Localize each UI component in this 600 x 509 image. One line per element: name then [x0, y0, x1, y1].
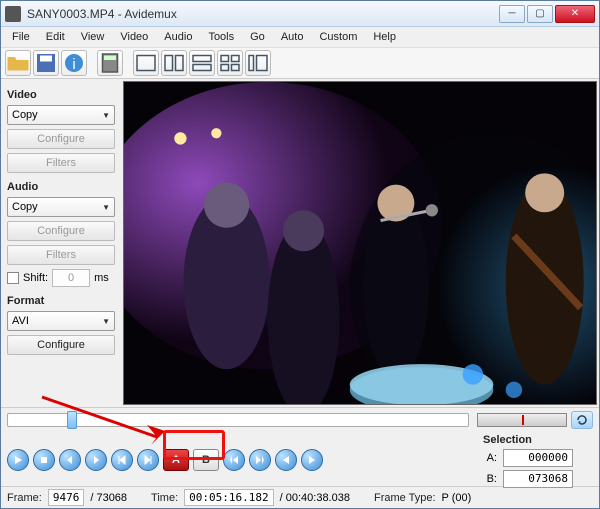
selection-a-label: A:	[483, 452, 497, 464]
video-configure-button[interactable]: Configure	[7, 129, 115, 149]
svg-text:i: i	[72, 56, 75, 73]
shift-input[interactable]: 0	[52, 269, 90, 287]
frame-total: / 73068	[90, 492, 127, 504]
toolbar: i	[1, 47, 599, 79]
main-area: Video Copy ▼ Configure Filters Audio Copy…	[1, 79, 599, 407]
audio-filters-button[interactable]: Filters	[7, 245, 115, 265]
menu-help[interactable]: Help	[366, 29, 403, 45]
marker-a-label: A	[172, 454, 180, 466]
format-dropdown[interactable]: AVI ▼	[7, 311, 115, 331]
maximize-button[interactable]: ▢	[527, 5, 553, 23]
calculator-icon[interactable]	[97, 50, 123, 76]
menu-audio[interactable]: Audio	[157, 29, 199, 45]
window-controls: ─ ▢ ✕	[497, 5, 595, 23]
menu-go[interactable]: Go	[243, 29, 272, 45]
format-value: AVI	[12, 315, 29, 327]
layout-1-icon[interactable]	[133, 50, 159, 76]
chevron-down-icon: ▼	[102, 317, 110, 326]
scrub-thumb[interactable]	[67, 411, 77, 429]
app-window: SANY0003.MP4 - Avidemux ─ ▢ ✕ File Edit …	[0, 0, 600, 509]
menu-auto[interactable]: Auto	[274, 29, 311, 45]
marker-b-label: B	[202, 454, 210, 466]
layout-3-icon[interactable]	[189, 50, 215, 76]
shift-unit: ms	[94, 272, 109, 284]
open-icon[interactable]	[5, 50, 31, 76]
video-codec-value: Copy	[12, 109, 38, 121]
layout-4-icon[interactable]	[217, 50, 243, 76]
window-title: SANY0003.MP4 - Avidemux	[27, 7, 497, 21]
close-button[interactable]: ✕	[555, 5, 595, 23]
selection-b-value[interactable]: 073068	[503, 470, 573, 488]
frame-label: Frame:	[7, 492, 42, 504]
selection-a-value[interactable]: 000000	[503, 449, 573, 467]
chevron-down-icon: ▼	[102, 111, 110, 120]
video-heading: Video	[7, 89, 115, 101]
minimize-button[interactable]: ─	[499, 5, 525, 23]
goto-end-button[interactable]	[249, 449, 271, 471]
layout-5-icon[interactable]	[245, 50, 271, 76]
set-marker-a-button[interactable]: A	[163, 449, 189, 471]
menu-file[interactable]: File	[5, 29, 37, 45]
prev-keyframe-button[interactable]	[111, 449, 133, 471]
selection-panel: Selection A: 000000 B: 073068	[483, 434, 593, 486]
menu-custom[interactable]: Custom	[312, 29, 364, 45]
bottom-panel: A B Selection A: 000000 B:	[1, 407, 599, 508]
titlebar[interactable]: SANY0003.MP4 - Avidemux ─ ▢ ✕	[1, 1, 599, 27]
prev-frame-button[interactable]	[59, 449, 81, 471]
audio-configure-button[interactable]: Configure	[7, 221, 115, 241]
video-viewer	[121, 79, 599, 407]
goto-start-button[interactable]	[223, 449, 245, 471]
format-heading: Format	[7, 295, 115, 307]
layout-2-icon[interactable]	[161, 50, 187, 76]
video-frame[interactable]	[123, 81, 597, 405]
selection-b-label: B:	[483, 473, 497, 485]
audio-codec-value: Copy	[12, 201, 38, 213]
time-total: / 00:40:38.038	[280, 492, 350, 504]
frametype-value: P (00)	[442, 492, 472, 504]
next-keyframe-button[interactable]	[137, 449, 159, 471]
frame-current[interactable]: 9476	[48, 489, 85, 506]
info-icon[interactable]: i	[61, 50, 87, 76]
play-button[interactable]	[7, 449, 29, 471]
time-label: Time:	[151, 492, 178, 504]
video-filters-button[interactable]: Filters	[7, 153, 115, 173]
video-codec-dropdown[interactable]: Copy ▼	[7, 105, 115, 125]
set-marker-b-button[interactable]: B	[193, 449, 219, 471]
video-content	[124, 82, 596, 405]
menubar: File Edit View Video Audio Tools Go Auto…	[1, 27, 599, 47]
playback-controls: A B	[7, 434, 323, 486]
frametype-label: Frame Type:	[374, 492, 436, 504]
chevron-down-icon: ▼	[102, 203, 110, 212]
scrub-row	[1, 408, 599, 432]
loop-button[interactable]	[571, 411, 593, 429]
audio-codec-dropdown[interactable]: Copy ▼	[7, 197, 115, 217]
statusbar: Frame: 9476 / 73068 Time: 00:05:16.182 /…	[1, 486, 599, 508]
goto-marker-b-button[interactable]	[301, 449, 323, 471]
app-icon	[5, 6, 21, 22]
controls-row: A B Selection A: 000000 B:	[1, 432, 599, 486]
format-configure-button[interactable]: Configure	[7, 335, 115, 355]
goto-marker-a-button[interactable]	[275, 449, 297, 471]
audio-heading: Audio	[7, 181, 115, 193]
audio-shift-row: Shift: 0 ms	[7, 269, 115, 287]
shift-label: Shift:	[23, 272, 48, 284]
menu-view[interactable]: View	[74, 29, 112, 45]
stop-button[interactable]	[33, 449, 55, 471]
scrub-track[interactable]	[7, 413, 469, 427]
shift-checkbox[interactable]	[7, 272, 19, 284]
time-indicator[interactable]	[477, 413, 567, 427]
selection-heading: Selection	[483, 434, 593, 446]
next-frame-button[interactable]	[85, 449, 107, 471]
sidebar: Video Copy ▼ Configure Filters Audio Copy…	[1, 79, 121, 407]
menu-edit[interactable]: Edit	[39, 29, 72, 45]
menu-tools[interactable]: Tools	[201, 29, 241, 45]
save-icon[interactable]	[33, 50, 59, 76]
menu-video[interactable]: Video	[113, 29, 155, 45]
time-current[interactable]: 00:05:16.182	[184, 489, 273, 506]
